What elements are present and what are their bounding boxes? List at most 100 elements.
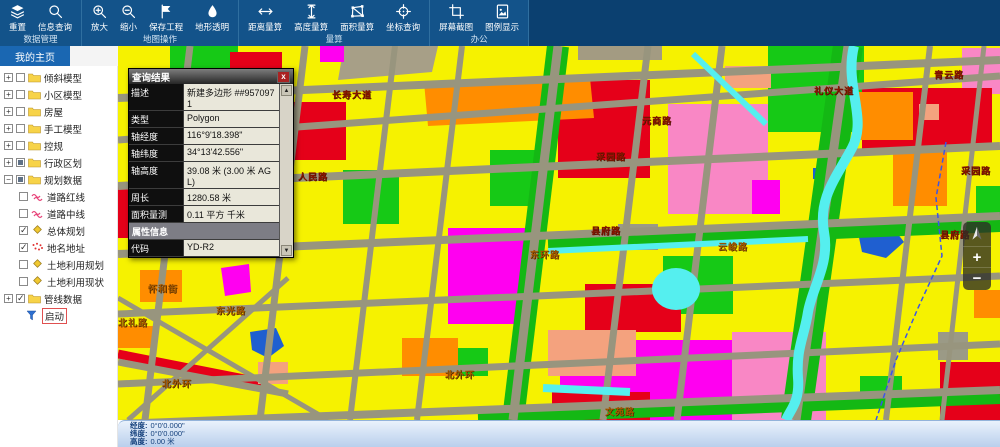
- table-row: 轴高度 39.08 米 (3.00 米 AGL): [129, 162, 279, 189]
- checkbox-partial[interactable]: [16, 158, 25, 167]
- coordinate-query-button[interactable]: 坐标查询: [380, 0, 426, 33]
- checkbox-unchecked[interactable]: [16, 73, 25, 82]
- row-label: 轴经度: [129, 128, 184, 144]
- save-project-button[interactable]: 保存工程: [143, 0, 189, 33]
- height-measure-button[interactable]: 高度量算: [288, 0, 334, 33]
- tree-item-label: 行政区划: [44, 156, 82, 170]
- expand-plus-icon[interactable]: +: [4, 73, 13, 82]
- row-value: YD-R2: [184, 240, 279, 256]
- info-query-button[interactable]: 信息查询: [32, 0, 78, 33]
- table-row: 周长 1280.58 米: [129, 189, 279, 206]
- reset-button[interactable]: 重置: [3, 0, 32, 33]
- expand-plus-icon[interactable]: +: [4, 124, 13, 133]
- tree-item-admin-divisions[interactable]: + 行政区划: [0, 154, 117, 171]
- zoom-in-button[interactable]: 放大: [85, 0, 114, 33]
- screenshot-button[interactable]: 屏幕截图: [433, 0, 479, 33]
- expand-plus-icon[interactable]: +: [4, 107, 13, 116]
- crop-icon: [448, 3, 465, 20]
- table-row: 代码 YD-R2: [129, 240, 279, 257]
- popup-scrollbar[interactable]: ▲ ▼: [279, 84, 293, 257]
- image-icon: [494, 3, 511, 20]
- tree-item-manual-model[interactable]: + 手工模型: [0, 120, 117, 137]
- horizontal-arrow-icon: [257, 3, 274, 20]
- tree-item-landuse-current[interactable]: 土地利用现状: [0, 273, 117, 290]
- table-row: 类型 Polygon: [129, 111, 279, 128]
- distance-measure-button[interactable]: 距离量算: [242, 0, 288, 33]
- terrain-transparency-button[interactable]: 地形透明: [189, 0, 235, 33]
- tree-item-label: 房屋: [44, 105, 63, 119]
- button-label: 屏幕截图: [439, 21, 473, 33]
- checkbox-checked[interactable]: [19, 226, 28, 235]
- tree-item-road-redline[interactable]: 道路红线: [0, 188, 117, 205]
- tree-item-road-centerline[interactable]: 道路中线: [0, 205, 117, 222]
- zoom-in-control[interactable]: +: [963, 246, 991, 267]
- popup-title-bar[interactable]: 查询结果 x: [129, 69, 293, 84]
- checkbox-unchecked[interactable]: [16, 107, 25, 116]
- tree-item-housing[interactable]: + 房屋: [0, 103, 117, 120]
- checkbox-partial[interactable]: [16, 175, 25, 184]
- tree-item-tilt-model[interactable]: + 倾斜模型: [0, 69, 117, 86]
- query-result-popup: 查询结果 x 描述 新建多边形 ##9570971 类型 Polygon 轴经度…: [128, 68, 294, 258]
- tree-item-master-plan[interactable]: 总体规划: [0, 222, 117, 239]
- expand-plus-icon[interactable]: +: [4, 90, 13, 99]
- popup-attribute-table: 描述 新建多边形 ##9570971 类型 Polygon 轴经度 116°9'…: [129, 84, 279, 257]
- compass-north-arrow-icon[interactable]: [963, 224, 991, 246]
- ribbon-toolbar: 重置 信息查询 数据管理 放大 缩小: [0, 0, 1000, 46]
- button-label: 距离量算: [248, 21, 282, 33]
- tree-item-label: 启动: [42, 308, 67, 324]
- row-label: 面积量测: [129, 206, 184, 222]
- gis-application-window: 重置 信息查询 数据管理 放大 缩小: [0, 0, 1000, 447]
- tab-my-homepage[interactable]: 我的主页: [0, 46, 70, 66]
- tree-item-label: 控规: [44, 139, 63, 153]
- checkbox-unchecked[interactable]: [19, 192, 28, 201]
- legend-display-button[interactable]: 图例显示: [479, 0, 525, 33]
- tree-item-label: 管线数据: [44, 292, 82, 306]
- ribbon-groups: 重置 信息查询 数据管理 放大 缩小: [0, 0, 529, 46]
- tree-item-label: 地名地址: [47, 241, 85, 255]
- checkbox-unchecked[interactable]: [19, 277, 28, 286]
- checkbox-checked[interactable]: [19, 243, 28, 252]
- map-navigation-control: + −: [963, 222, 991, 290]
- zoom-in-icon: [91, 3, 108, 20]
- folder-icon: [28, 140, 41, 151]
- altitude-readout: 高度:0.00 米: [130, 438, 1000, 446]
- checkbox-unchecked[interactable]: [16, 141, 25, 150]
- expand-plus-icon[interactable]: +: [4, 141, 13, 150]
- map-viewport[interactable]: 长寿大道 人民路 元商路 采园路 采园路 青云路 礼仪大道 县府路 县府路 东环…: [118, 46, 1000, 420]
- tree-item-planning-data[interactable]: − 规划数据: [0, 171, 117, 188]
- scroll-up-icon[interactable]: ▲: [281, 85, 292, 96]
- row-label: 描述: [129, 84, 184, 110]
- group-label: 办公: [433, 33, 525, 47]
- tree-item-community-model[interactable]: + 小区模型: [0, 86, 117, 103]
- expand-plus-icon[interactable]: +: [4, 158, 13, 167]
- checkbox-unchecked[interactable]: [19, 209, 28, 218]
- scatter-icon: [31, 242, 44, 253]
- expand-plus-icon[interactable]: +: [4, 294, 13, 303]
- close-icon[interactable]: x: [277, 71, 290, 83]
- water-drop-icon: [204, 3, 221, 20]
- launch-icon: [26, 310, 39, 321]
- checkbox-unchecked[interactable]: [16, 90, 25, 99]
- tree-item-label: 规划数据: [44, 173, 82, 187]
- row-value: 39.08 米 (3.00 米 AGL): [184, 162, 279, 188]
- tree-item-regulatory-plan[interactable]: + 控规: [0, 137, 117, 154]
- button-label: 高度量算: [294, 21, 328, 33]
- area-measure-button[interactable]: 面积量算: [334, 0, 380, 33]
- tree-item-label: 土地利用现状: [47, 275, 104, 289]
- scroll-down-icon[interactable]: ▼: [281, 245, 292, 256]
- row-value: 0.11 平方 千米: [184, 206, 279, 222]
- checkbox-checked[interactable]: [16, 294, 25, 303]
- checkbox-unchecked[interactable]: [19, 260, 28, 269]
- table-row: 轴纬度 34°13'42.556": [129, 145, 279, 162]
- folder-icon: [28, 106, 41, 117]
- tree-item-launch[interactable]: 启动: [0, 307, 117, 324]
- expand-minus-icon[interactable]: −: [4, 175, 13, 184]
- tree-item-pipeline-data[interactable]: + 管线数据: [0, 290, 117, 307]
- button-label: 保存工程: [149, 21, 183, 33]
- zoom-out-control[interactable]: −: [963, 267, 991, 288]
- checkbox-unchecked[interactable]: [16, 124, 25, 133]
- folder-icon: [28, 157, 41, 168]
- tree-item-place-address[interactable]: 地名地址: [0, 239, 117, 256]
- tree-item-landuse-planning[interactable]: 土地利用规划: [0, 256, 117, 273]
- zoom-out-button[interactable]: 缩小: [114, 0, 143, 33]
